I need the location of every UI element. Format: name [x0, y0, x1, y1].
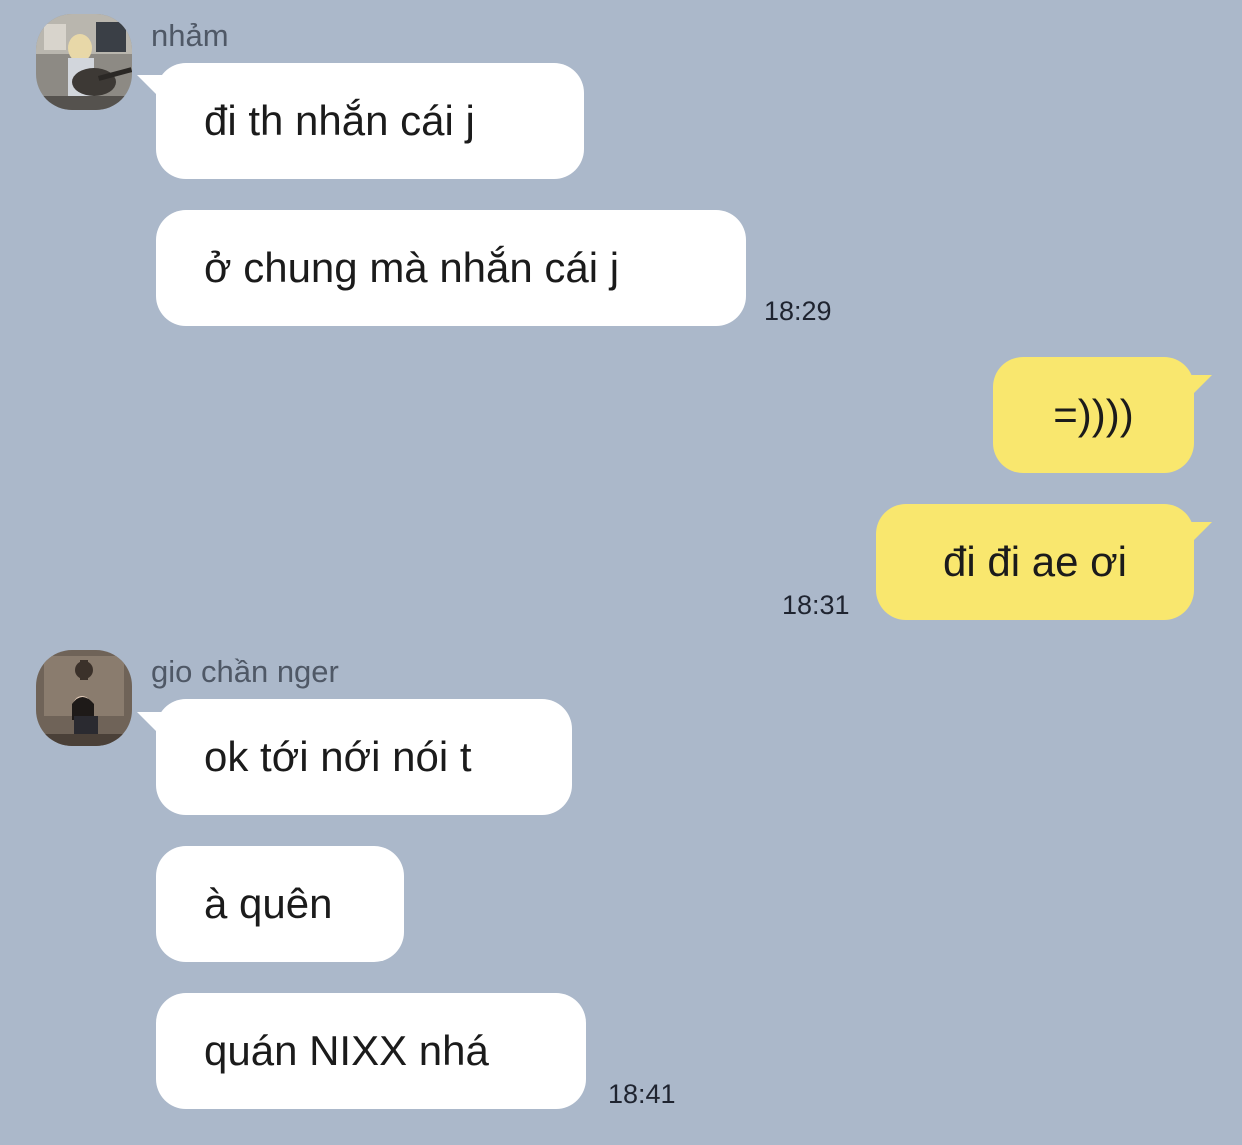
sender-name-gio-chan-nger: gio chần nger: [151, 654, 339, 689]
message-timestamp: 18:31: [782, 590, 850, 620]
avatar-gio-chan-nger[interactable]: [36, 650, 132, 746]
message-text: quán NIXX nhá: [204, 1027, 489, 1074]
message-timestamp: 18:29: [764, 296, 832, 326]
bubble-tail: [1182, 522, 1212, 552]
message-bubble-outgoing[interactable]: =)))): [993, 357, 1194, 473]
message-bubble-outgoing[interactable]: đi đi ae ơi: [876, 504, 1194, 620]
message-bubble-incoming[interactable]: ok tới nới nói t: [156, 699, 572, 815]
message-text: ở chung mà nhắn cái j: [204, 244, 620, 291]
avatar-photo-portrait: [36, 650, 132, 746]
message-bubble-incoming[interactable]: ở chung mà nhắn cái j: [156, 210, 746, 326]
message-bubble-incoming[interactable]: đi th nhắn cái j: [156, 63, 584, 179]
message-text: đi th nhắn cái j: [204, 97, 475, 144]
message-bubble-incoming[interactable]: quán NIXX nhá: [156, 993, 586, 1109]
message-text: à quên: [204, 880, 333, 927]
sender-name-nham: nhảm: [151, 18, 229, 53]
message-text: ok tới nới nói t: [204, 733, 472, 780]
message-text: đi đi ae ơi: [943, 538, 1127, 585]
message-bubble-incoming[interactable]: à quên: [156, 846, 404, 962]
avatar-photo-guitar: [36, 14, 132, 110]
message-text: =)))): [1053, 391, 1134, 438]
message-timestamp: 18:41: [608, 1079, 676, 1109]
bubble-tail: [1182, 375, 1212, 405]
avatar-nham[interactable]: [36, 14, 132, 110]
